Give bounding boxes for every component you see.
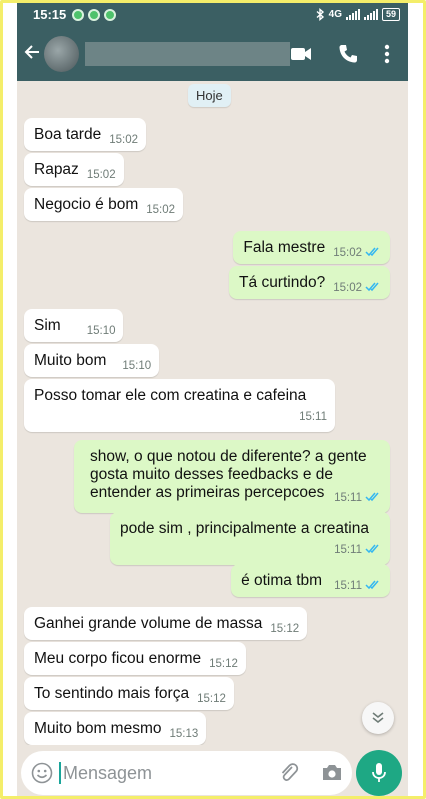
double-check-icon bbox=[365, 282, 379, 292]
battery-icon: 59 bbox=[381, 8, 400, 21]
message-text: Tá curtindo? bbox=[239, 274, 326, 291]
message-time: 15:02 bbox=[86, 169, 116, 181]
status-time: 15:15 bbox=[33, 7, 67, 22]
message-time: 15:11 bbox=[334, 580, 362, 592]
message-text: Muito bom mesmo bbox=[34, 720, 162, 737]
message-time: 15:11 bbox=[334, 544, 362, 556]
status-indicators: 4G 59 bbox=[316, 8, 400, 21]
message-text: Sim bbox=[34, 317, 61, 334]
message-text: Boa tarde bbox=[34, 126, 102, 143]
message-text: Fala mestre bbox=[243, 239, 326, 256]
signal-icon bbox=[363, 9, 378, 20]
message-outgoing[interactable]: Tá curtindo? 15:02 bbox=[229, 266, 390, 299]
bluetooth-icon bbox=[316, 8, 324, 21]
message-text: Ganhei grande volume de massa bbox=[34, 615, 263, 632]
scroll-down-icon bbox=[372, 712, 384, 724]
message-text: é otima tbm bbox=[241, 572, 323, 589]
message-time: 15:12 bbox=[197, 693, 226, 705]
message-outgoing[interactable]: Fala mestre 15:02 bbox=[233, 231, 390, 264]
message-time: 15:02 bbox=[109, 134, 138, 146]
camera-icon[interactable] bbox=[321, 763, 343, 782]
message-time: 15:02 bbox=[146, 204, 176, 216]
message-incoming[interactable]: Posso tomar ele com creatina e cafeina 1… bbox=[24, 379, 335, 432]
avatar[interactable] bbox=[44, 35, 80, 72]
chat-header bbox=[17, 26, 408, 81]
message-time: 15:02 bbox=[333, 247, 362, 259]
message-incoming[interactable]: Ganhei grande volume de massa 15:12 bbox=[24, 607, 308, 640]
message-text: Negocio é bom bbox=[34, 196, 139, 213]
message-time: 15:11 bbox=[334, 492, 362, 504]
contact-name-redacted[interactable] bbox=[85, 41, 290, 66]
double-check-icon bbox=[365, 247, 379, 257]
message-incoming[interactable]: Boa tarde 15:02 bbox=[24, 118, 146, 151]
message-time: 15:10 bbox=[86, 325, 116, 337]
chat-area[interactable]: Hoje Boa tarde 15:02 Rapaz 15:02 Negocio é… bbox=[17, 81, 408, 745]
message-time: 15:11 bbox=[299, 411, 327, 423]
text-cursor bbox=[59, 762, 61, 784]
message-incoming[interactable]: Negocio é bom 15:02 bbox=[24, 188, 184, 221]
message-input[interactable] bbox=[63, 762, 253, 784]
message-incoming[interactable]: Muito bom mesmo 15:13 bbox=[24, 712, 207, 745]
double-check-icon bbox=[365, 580, 379, 590]
message-text: Muito bom bbox=[34, 352, 107, 369]
message-incoming[interactable]: Rapaz 15:02 bbox=[24, 153, 124, 186]
video-call-icon[interactable] bbox=[290, 46, 312, 62]
more-options-icon[interactable] bbox=[384, 44, 390, 64]
message-text: Posso tomar ele com creatina e cafeina bbox=[34, 387, 307, 404]
network-type: 4G bbox=[328, 9, 342, 20]
double-check-icon bbox=[365, 544, 379, 554]
message-input-box[interactable] bbox=[21, 751, 352, 795]
date-chip: Hoje bbox=[188, 84, 231, 107]
attach-icon[interactable] bbox=[279, 762, 299, 784]
message-outgoing[interactable]: é otima tbm 15:11 bbox=[231, 564, 390, 597]
message-text: Meu corpo ficou enorme bbox=[34, 650, 202, 667]
message-time: 15:02 bbox=[333, 282, 362, 294]
whatsapp-notification-icon bbox=[104, 8, 117, 21]
back-arrow-icon[interactable] bbox=[19, 41, 44, 67]
double-check-icon bbox=[365, 492, 379, 502]
message-incoming[interactable]: To sentindo mais força 15:12 bbox=[24, 677, 234, 710]
message-incoming[interactable]: Sim 15:10 bbox=[24, 309, 124, 342]
mic-icon bbox=[372, 763, 386, 782]
message-time: 15:12 bbox=[270, 623, 300, 635]
message-text: pode sim , principalmente a creatina bbox=[120, 520, 369, 537]
signal-icon bbox=[345, 9, 360, 20]
emoji-icon[interactable] bbox=[31, 762, 53, 784]
message-composer bbox=[17, 745, 408, 799]
message-incoming[interactable]: Meu corpo ficou enorme 15:12 bbox=[24, 642, 246, 675]
message-time: 15:13 bbox=[169, 728, 199, 740]
message-time: 15:12 bbox=[209, 658, 238, 670]
message-text: Rapaz bbox=[34, 161, 79, 178]
message-incoming[interactable]: Muito bom 15:10 bbox=[24, 344, 160, 377]
phone-icon[interactable] bbox=[338, 44, 358, 64]
status-bar: 15:15 4G 59 bbox=[17, 3, 408, 26]
whatsapp-notification-icon bbox=[72, 8, 85, 21]
whatsapp-notification-icon bbox=[88, 8, 101, 21]
message-text: To sentindo mais força bbox=[34, 685, 190, 702]
message-outgoing[interactable]: pode sim , principalmente a creatina 15:… bbox=[110, 512, 390, 565]
message-outgoing[interactable]: show, o que notou de diferente? a gente … bbox=[74, 440, 390, 513]
scroll-down-button[interactable] bbox=[362, 702, 394, 734]
message-time: 15:10 bbox=[122, 360, 152, 372]
voice-message-button[interactable] bbox=[356, 750, 402, 796]
